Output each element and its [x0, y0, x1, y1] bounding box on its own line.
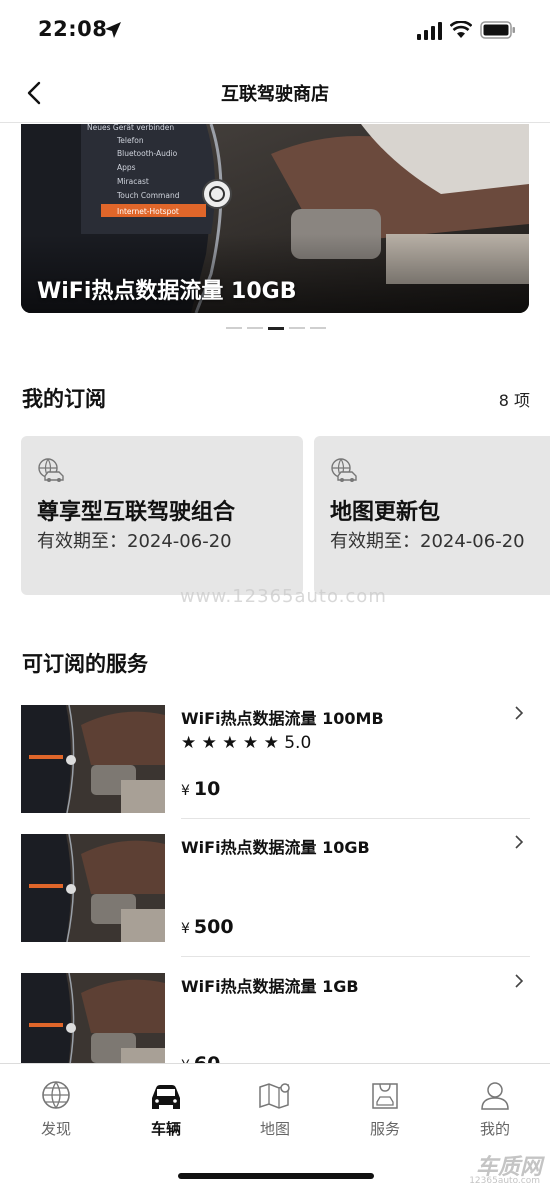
connected-car-icon: [331, 458, 357, 482]
connected-car-icon: [38, 458, 64, 482]
promo-banner[interactable]: Neues Gerät verbinden Telefon Bluetooth-…: [21, 124, 529, 313]
profile-icon: [481, 1082, 509, 1110]
subscription-validity: 有效期至：2024-06-20: [37, 531, 232, 552]
tab-label: 地图: [259, 1120, 290, 1138]
divider: [181, 818, 530, 819]
subscriptions-count[interactable]: 8 项: [499, 387, 530, 411]
chevron-right-icon: [515, 974, 524, 988]
banner-menu-item-2: Bluetooth-Audio: [117, 149, 178, 158]
navigation-bar: 互联驾驶商店: [0, 62, 550, 123]
tab-vehicle[interactable]: 车辆: [126, 1080, 206, 1139]
banner-menu-item-5: Touch Command: [116, 191, 180, 200]
home-indicator[interactable]: [178, 1173, 374, 1179]
wifi-icon: [450, 21, 472, 38]
status-time: 22:08: [38, 17, 108, 41]
carousel-dot[interactable]: [226, 327, 242, 329]
banner-menu-item-4: Miracast: [117, 177, 149, 186]
watermark-text: www.12365auto.com: [180, 586, 387, 607]
tab-label: 我的: [479, 1120, 510, 1138]
service-item[interactable]: WiFi热点数据流量 100MB ★ ★ ★ ★ ★ 5.0 ¥10: [21, 705, 530, 815]
service-item[interactable]: WiFi热点数据流量 1GB ¥60: [21, 973, 530, 1063]
battery-icon: [480, 21, 515, 39]
subscription-card[interactable]: 地图更新包 有效期至：2024-06-20: [314, 436, 550, 595]
subscriptions-section-title: 我的订阅: [22, 387, 106, 411]
tab-label: 服务: [369, 1120, 400, 1138]
globe-icon: [42, 1081, 70, 1109]
service-bag-icon: [372, 1083, 398, 1109]
service-thumbnail: [21, 973, 165, 1063]
map-icon: [259, 1083, 290, 1109]
car-icon: [152, 1085, 180, 1109]
tab-map[interactable]: 地图: [235, 1080, 315, 1139]
bottom-tab-bar: 发现 车辆 地图 服务 我的: [0, 1063, 550, 1190]
service-item[interactable]: WiFi热点数据流量 10GB ¥500: [21, 834, 530, 944]
cellular-signal-icon: [417, 22, 442, 40]
banner-menu-item-0: Neues Gerät verbinden: [87, 124, 174, 132]
page-title: 互联驾驶商店: [221, 84, 329, 105]
location-arrow-icon: [105, 22, 121, 38]
rating-stars: ★ ★ ★ ★ ★: [181, 733, 279, 753]
tab-discover[interactable]: 发现: [16, 1080, 96, 1139]
carousel-dot[interactable]: [247, 327, 263, 329]
banner-menu-item-3: Apps: [117, 163, 136, 172]
subscription-name: 地图更新包: [330, 500, 441, 525]
tab-label: 车辆: [150, 1120, 181, 1138]
rating-value: 5.0: [284, 733, 312, 753]
carousel-dot[interactable]: [310, 327, 326, 329]
service-thumbnail: [21, 834, 165, 942]
carousel-dot-active[interactable]: [268, 327, 284, 330]
service-price: ¥60: [181, 1053, 220, 1063]
carousel-dot[interactable]: [289, 327, 305, 329]
service-price: ¥500: [181, 916, 234, 938]
carousel-indicator: [226, 327, 326, 331]
service-name: WiFi热点数据流量 100MB: [181, 709, 384, 728]
chevron-right-icon: [515, 706, 524, 720]
banner-menu-item-1: Telefon: [116, 136, 144, 145]
service-name: WiFi热点数据流量 10GB: [181, 838, 370, 857]
subscription-validity: 有效期至：2024-06-20: [330, 531, 525, 552]
services-section-title: 可订阅的服务: [22, 652, 148, 676]
tab-profile[interactable]: 我的: [455, 1080, 535, 1139]
service-rating: ★ ★ ★ ★ ★ 5.0: [181, 733, 311, 753]
service-price: ¥10: [181, 778, 221, 800]
banner-title: WiFi热点数据流量 10GB: [37, 279, 297, 304]
tab-services[interactable]: 服务: [345, 1080, 425, 1139]
subscription-name: 尊享型互联驾驶组合: [37, 500, 236, 525]
service-thumbnail: [21, 705, 165, 813]
corner-watermark-url: 12365auto.com: [469, 1176, 540, 1186]
chevron-right-icon: [515, 835, 524, 849]
banner-menu-item-6: Internet-Hotspot: [117, 207, 179, 216]
service-name: WiFi热点数据流量 1GB: [181, 977, 359, 996]
status-bar: 22:08: [0, 0, 550, 60]
divider: [181, 956, 530, 957]
subscription-card[interactable]: 尊享型互联驾驶组合 有效期至：2024-06-20: [21, 436, 303, 595]
tab-label: 发现: [40, 1120, 71, 1138]
